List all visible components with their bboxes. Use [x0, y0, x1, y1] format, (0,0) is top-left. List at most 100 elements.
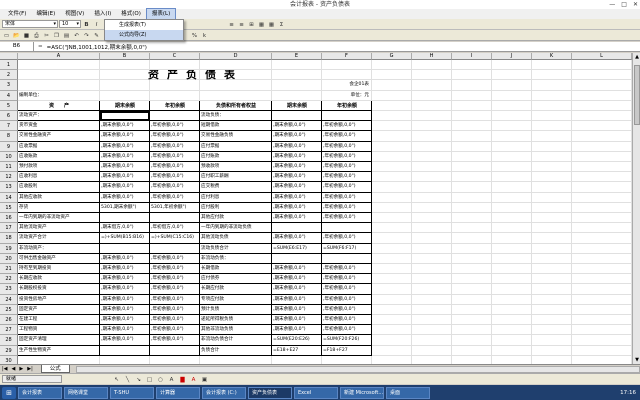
redo-icon[interactable]: ↷ — [82, 31, 91, 39]
cell[interactable] — [492, 172, 532, 183]
cell[interactable] — [492, 111, 532, 122]
table-cell[interactable]: 应收利息 — [18, 172, 100, 183]
cell[interactable] — [492, 264, 532, 275]
table-cell[interactable]: ,年初余额,0,0") — [150, 304, 200, 315]
table-cell[interactable]: ,期末余额,0,0") — [100, 141, 150, 152]
row-header[interactable]: 17 — [0, 223, 18, 234]
scroll-thumb[interactable] — [634, 65, 640, 125]
cell[interactable] — [492, 335, 532, 346]
table-cell[interactable]: ,期末余额,0,0") — [272, 182, 322, 193]
row-header[interactable]: 26 — [0, 315, 18, 326]
close-icon[interactable]: ✕ — [633, 0, 638, 9]
table-cell[interactable]: ,年初余额,0,0") — [150, 131, 200, 142]
horizontal-scrollbar[interactable] — [75, 365, 640, 373]
table-cell[interactable]: 存货 — [18, 202, 100, 213]
cell[interactable] — [492, 213, 532, 224]
cell[interactable] — [412, 284, 452, 295]
table-cell[interactable] — [100, 213, 150, 224]
cell[interactable] — [572, 80, 632, 91]
cell[interactable] — [572, 304, 632, 315]
table-cell[interactable]: =SUM(E20:E26) — [272, 335, 322, 346]
table-cell[interactable] — [100, 111, 150, 122]
table-cell[interactable]: ,年初余额,0,0") — [150, 121, 200, 132]
table-cell[interactable]: 其他应付款 — [200, 213, 272, 224]
table-cell[interactable]: ,期末余额,0,0") — [100, 335, 150, 346]
menu-insert[interactable]: 插入(I) — [89, 9, 116, 19]
undo-icon[interactable]: ↶ — [72, 31, 81, 39]
table-cell[interactable]: ,年初余额,0,0") — [322, 284, 372, 295]
cell[interactable] — [492, 294, 532, 305]
cell[interactable] — [532, 172, 572, 183]
cell[interactable] — [150, 80, 200, 91]
cell[interactable] — [492, 345, 532, 356]
row-header[interactable]: 14 — [0, 192, 18, 203]
cell[interactable] — [372, 294, 412, 305]
cell[interactable] — [572, 284, 632, 295]
column-header[interactable]: C — [150, 53, 200, 60]
table-cell[interactable]: 固定资产 — [18, 304, 100, 315]
cell[interactable] — [412, 111, 452, 122]
cell[interactable] — [452, 325, 492, 336]
cell[interactable] — [452, 192, 492, 203]
table-cell[interactable]: ,期末余额,0,0") — [100, 121, 150, 132]
table-cell[interactable]: 一年内到期的非流动资产 — [18, 213, 100, 224]
table-cell[interactable]: ,年初余额,0,0") — [322, 192, 372, 203]
menu-format[interactable]: 格式(O) — [116, 9, 146, 19]
table-cell[interactable]: ,期末余额,0,0") — [272, 131, 322, 142]
table-cell[interactable]: ,期末余额,0,0") — [100, 304, 150, 315]
row-header[interactable]: 9 — [0, 141, 18, 152]
cell[interactable] — [372, 284, 412, 295]
task-3[interactable]: 计算器 — [156, 386, 200, 399]
table-cell[interactable] — [272, 223, 322, 234]
table-cell[interactable]: 交易性金融负债 — [200, 131, 272, 142]
table-cell[interactable] — [150, 111, 200, 122]
cell[interactable] — [372, 304, 412, 315]
cell[interactable] — [412, 274, 452, 285]
cell[interactable] — [572, 111, 632, 122]
task-5[interactable]: 资产负债表 — [248, 386, 292, 399]
cell[interactable] — [572, 131, 632, 142]
cell[interactable] — [532, 355, 572, 364]
cell[interactable] — [150, 355, 200, 364]
cell[interactable] — [372, 355, 412, 364]
table-cell[interactable]: ,年初余额,0,0") — [322, 213, 372, 224]
cell[interactable] — [372, 243, 412, 254]
cell[interactable] — [532, 243, 572, 254]
cell[interactable] — [372, 264, 412, 275]
column-header[interactable]: G — [372, 53, 412, 60]
row-header[interactable]: 28 — [0, 335, 18, 346]
cell[interactable] — [372, 192, 412, 203]
cell[interactable] — [452, 60, 492, 71]
table-cell[interactable]: ,期末余额,0,0") — [272, 315, 322, 326]
cell[interactable] — [412, 345, 452, 356]
sum-icon[interactable]: Σ — [277, 20, 286, 28]
column-header[interactable]: J — [492, 53, 532, 60]
row-header[interactable]: 25 — [0, 304, 18, 315]
cell[interactable] — [492, 151, 532, 162]
table-cell[interactable]: =F18+F27 — [322, 345, 372, 356]
row-header[interactable]: 1 — [0, 60, 18, 71]
task-1[interactable]: 网络课堂 — [64, 386, 108, 399]
cell[interactable] — [372, 131, 412, 142]
cell[interactable] — [372, 70, 412, 81]
cell[interactable] — [372, 151, 412, 162]
cell[interactable] — [572, 315, 632, 326]
table-cell[interactable]: ,期末借方,0,0") — [100, 223, 150, 234]
cell[interactable] — [452, 172, 492, 183]
cell[interactable] — [372, 172, 412, 183]
cell[interactable] — [372, 335, 412, 346]
cell[interactable] — [272, 80, 322, 91]
cell[interactable] — [532, 162, 572, 173]
column-header[interactable]: L — [572, 53, 632, 60]
cell[interactable] — [532, 294, 572, 305]
cell[interactable] — [572, 90, 632, 101]
column-header[interactable]: F — [322, 53, 372, 60]
table-cell[interactable]: ,年初余额,0,0") — [150, 182, 200, 193]
cell[interactable] — [532, 274, 572, 285]
cell[interactable] — [372, 345, 412, 356]
pointer-icon[interactable]: ↖ — [112, 375, 121, 383]
table-cell[interactable]: ,年初余额,0,0") — [150, 151, 200, 162]
cell[interactable] — [452, 355, 492, 364]
cell[interactable] — [412, 315, 452, 326]
shadow-icon[interactable]: ▣ — [200, 375, 209, 383]
